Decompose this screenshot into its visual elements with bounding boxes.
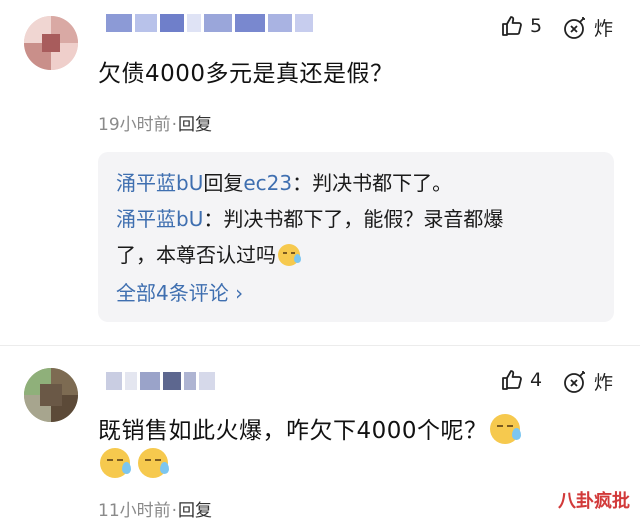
thumbs-up-icon [502, 370, 522, 390]
reply-thread: 涌平蓝bU回复ec23：判决书都下了。 涌平蓝bU：判决书都下了，能假？录音都爆… [98, 152, 614, 322]
avatar[interactable] [24, 16, 78, 70]
sweat-smile-emoji-icon [489, 414, 521, 444]
reply-item: 涌平蓝bU回复ec23：判决书都下了。 [116, 168, 452, 198]
reply-text: 了，本尊否认过吗 [116, 243, 276, 267]
comment-meta: 11小时前·回复 [98, 496, 212, 521]
reply-item-continued: 了，本尊否认过吗 [116, 240, 301, 270]
like-count: 5 [530, 15, 543, 37]
comment-text: 欠债4000多元是真还是假？ [98, 61, 394, 87]
reply-link[interactable]: 回复 [178, 115, 212, 135]
reply-colon: ： [292, 171, 313, 195]
reply-item: 涌平蓝bU：判决书都下了，能假？录音都爆 [116, 204, 503, 234]
comment-time: 19小时前 [98, 115, 171, 135]
blast-label: 炸 [594, 372, 614, 394]
reply-mid: 回复 [203, 171, 244, 195]
like-button[interactable]: 4 [500, 368, 542, 392]
comment-text-content: 既销售如此火爆，咋欠下4000个呢？ [98, 418, 488, 444]
avatar[interactable] [24, 368, 78, 422]
like-count: 4 [530, 369, 543, 391]
reply-user[interactable]: 涌平蓝bU [116, 171, 203, 195]
sweat-smile-emoji-icon [278, 244, 301, 266]
thumbs-up-icon [502, 16, 522, 36]
username-pixelated[interactable] [106, 368, 215, 394]
divider [0, 345, 640, 346]
reply-link[interactable]: 回复 [178, 501, 212, 521]
bomb-icon [564, 16, 585, 39]
reply-user[interactable]: 涌平蓝bU [116, 207, 203, 231]
blast-button[interactable]: 炸 [562, 368, 613, 395]
separator: · [171, 115, 178, 135]
comment-text: 既销售如此火爆，咋欠下4000个呢？ [98, 414, 521, 447]
comment-meta: 19小时前·回复 [98, 110, 212, 135]
reply-target[interactable]: ec23 [243, 171, 292, 195]
blast-button[interactable]: 炸 [562, 14, 613, 41]
reply-text: 判决书都下了。 [312, 171, 453, 195]
sweat-smile-emoji-icon [100, 448, 131, 478]
comment-text-emoji-line [98, 448, 169, 481]
blast-label: 炸 [594, 18, 614, 40]
watermark: 八卦疯批 [558, 491, 630, 512]
reply-colon: ： [203, 207, 224, 231]
like-button[interactable]: 5 [500, 14, 542, 38]
sweat-smile-emoji-icon [138, 448, 169, 478]
username-pixelated[interactable] [106, 10, 313, 36]
comment-time: 11小时前 [98, 501, 171, 521]
bomb-icon [564, 370, 585, 393]
separator: · [171, 501, 178, 521]
reply-text: 判决书都下了，能假？录音都爆 [223, 207, 504, 231]
view-all-replies-link[interactable]: 全部4条评论 › [116, 278, 243, 308]
